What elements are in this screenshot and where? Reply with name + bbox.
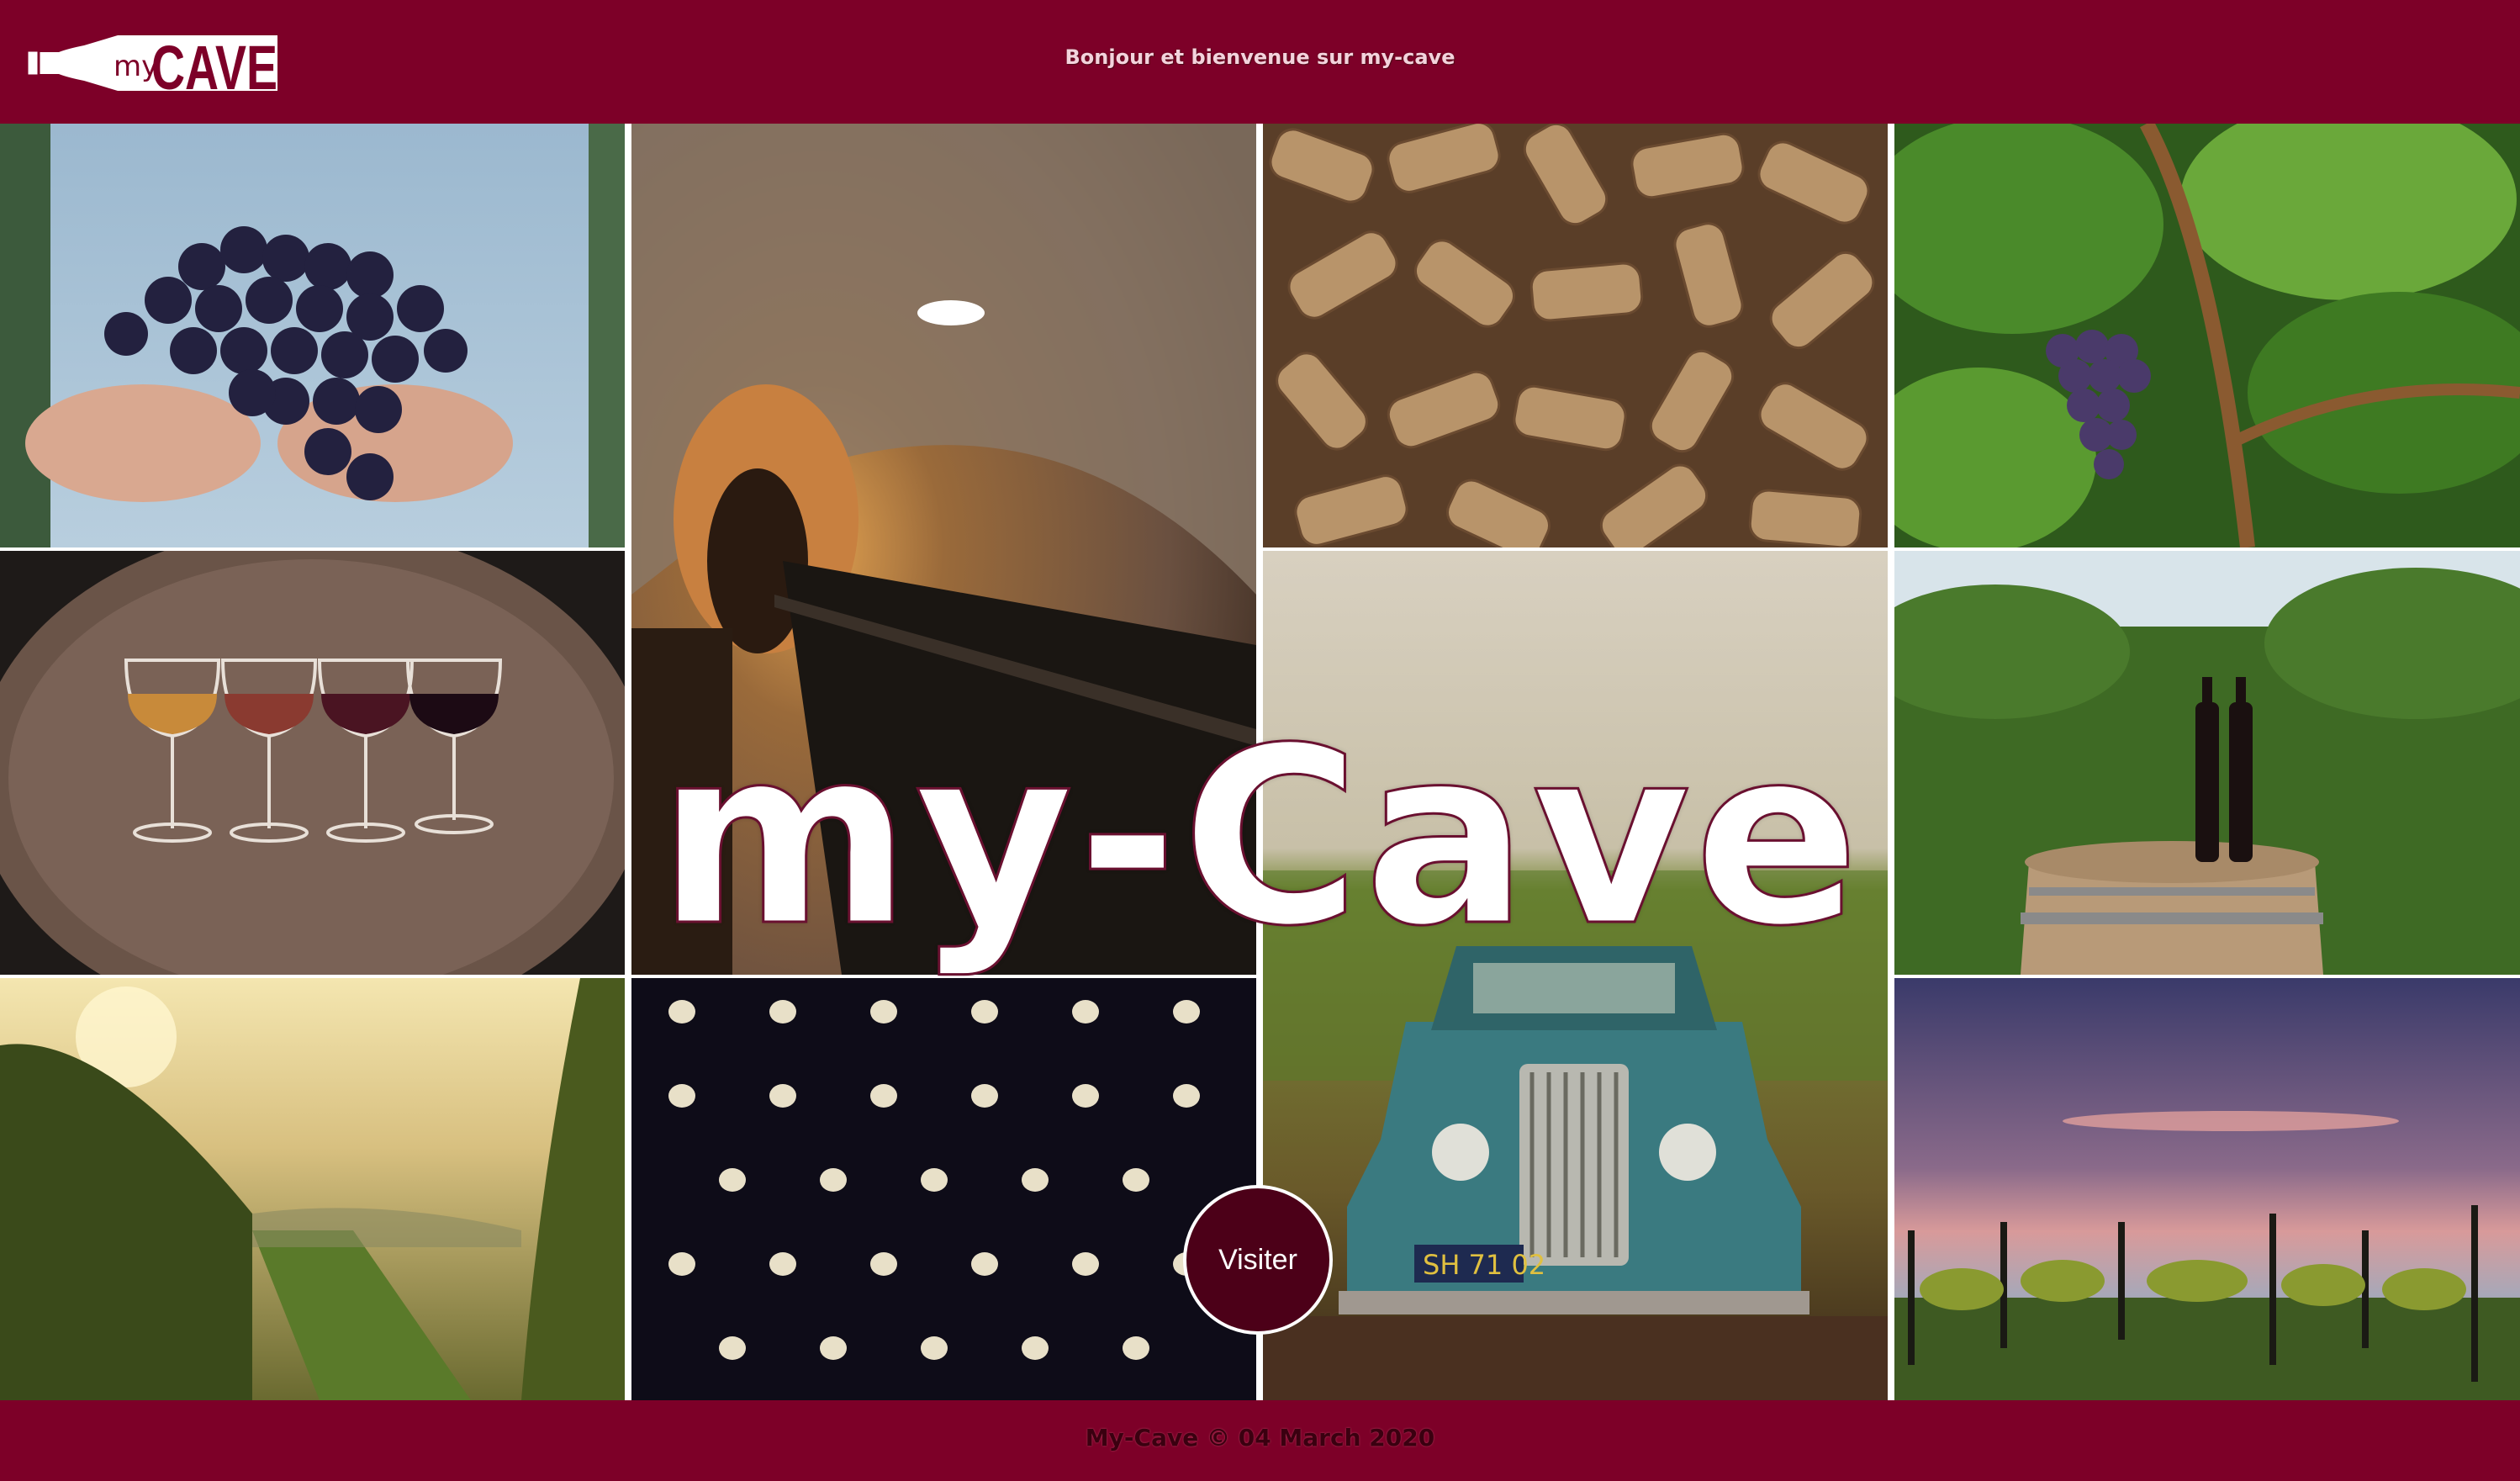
- welcome-text: Bonjour et bienvenue sur my-cave: [1065, 45, 1455, 69]
- visit-button[interactable]: Visiter: [1183, 1185, 1333, 1335]
- photo-vineyard-sunset-rows: [0, 978, 625, 1400]
- site-header: my CAVE Bonjour et bienvenue sur my-cave: [0, 0, 2520, 124]
- svg-text:SH 71 02: SH 71 02: [1423, 1249, 1545, 1281]
- photo-stacked-wine-bottles: [631, 978, 1256, 1400]
- photo-grapes-on-vine: [1894, 124, 2520, 547]
- photo-vineyard-dusk-sky: [1894, 978, 2520, 1400]
- photo-wine-corks: [1263, 124, 1888, 547]
- hero-title: my-Cave: [656, 696, 1863, 980]
- site-footer: My-Cave © 04 March 2020: [0, 1400, 2520, 1481]
- footer-copyright: My-Cave © 04 March 2020: [1085, 1424, 1435, 1452]
- photo-hands-holding-grapes: [0, 124, 625, 547]
